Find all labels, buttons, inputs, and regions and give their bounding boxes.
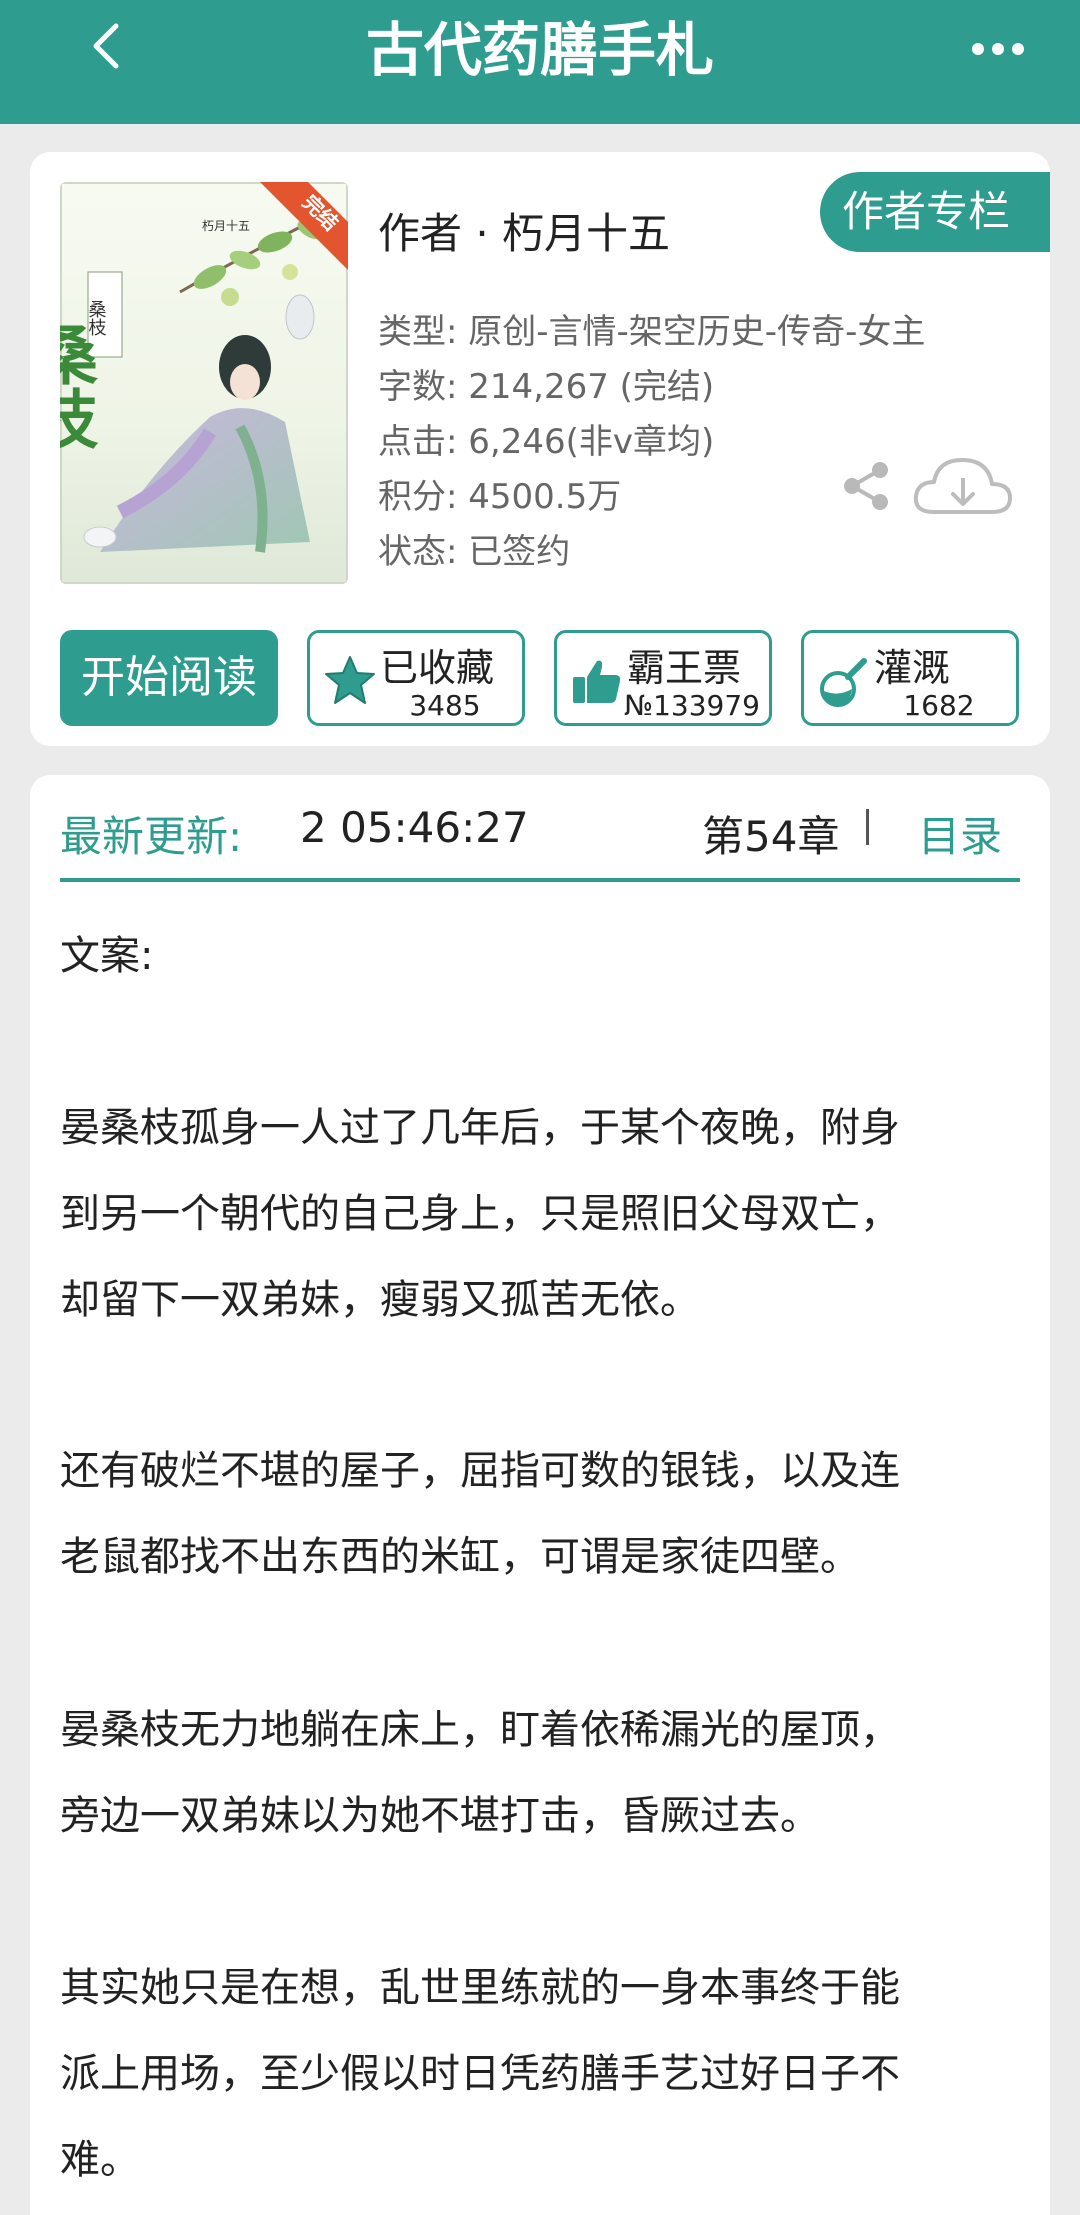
overlord-ticket-label: 霸王票: [627, 646, 742, 690]
synopsis-line: 难。: [60, 2137, 140, 2183]
synopsis-heading: 文案:: [60, 933, 154, 979]
top-bar: 古代药膳手札: [0, 0, 1080, 124]
book-word-count: 字数: 214,267 (完结): [378, 367, 715, 407]
synopsis-line: 晏桑枝孤身一人过了几年后，于某个夜晚，附身: [60, 1105, 900, 1151]
table-of-contents-link[interactable]: 目录: [918, 803, 1002, 864]
overlord-ticket-button[interactable]: 霸王票 №133979: [554, 630, 772, 726]
book-status: 状态: 已签约: [378, 532, 571, 572]
latest-update-label: 最新更新:: [60, 812, 243, 861]
divider: [866, 809, 869, 845]
overlord-ticket-count: №133979: [623, 689, 760, 722]
book-cover-image[interactable]: 朽月十五 桑枝 桑枝 完结: [60, 182, 348, 584]
author-column-button[interactable]: 作者专栏: [820, 172, 1050, 252]
book-genre: 类型: 原创-言情-架空历史-传奇-女主: [378, 312, 926, 352]
latest-update-time: 2 05:46:27: [300, 803, 529, 852]
collected-count: 3485: [409, 689, 481, 722]
cover-author-mark: 朽月十五: [202, 219, 250, 233]
synopsis-line: 却留下一双弟妹，瘦弱又孤苦无依。: [60, 1277, 700, 1323]
more-options-icon[interactable]: [970, 36, 1026, 62]
section-underline: [60, 878, 1020, 882]
synopsis-card: 最新更新: 2 05:46:27 第54章 目录 文案: 晏桑枝孤身一人过了几年…: [30, 775, 1050, 2215]
book-score: 积分: 4500.5万: [378, 477, 622, 517]
synopsis-line: 其实她只是在想，乱世里练就的一身本事终于能: [60, 1965, 900, 2011]
irrigate-count: 1682: [903, 689, 975, 722]
synopsis-line: 派上用场，至少假以时日凭药膳手艺过好日子不: [60, 2051, 900, 2097]
synopsis-paragraph: 晏桑枝无力地躺在床上，盯着依稀漏光的屋顶， 旁边一双弟妹以为她不堪打击，昏厥过去…: [60, 1687, 1050, 1859]
author-name[interactable]: 作者 · 朽月十五: [378, 200, 670, 261]
share-icon[interactable]: [838, 458, 894, 514]
collected-button[interactable]: 已收藏 3485: [307, 630, 525, 726]
irrigate-button[interactable]: 灌溉 1682: [801, 630, 1019, 726]
book-info-card: 朽月十五 桑枝 桑枝 完结 作者 · 朽月十五 作者专栏 类型: 原创-言情-架…: [30, 152, 1050, 746]
synopsis-line: 晏桑枝无力地躺在床上，盯着依稀漏光的屋顶，: [60, 1707, 900, 1753]
synopsis-paragraph: 还有破烂不堪的屋子，屈指可数的银钱，以及连 老鼠都找不出东西的米缸，可谓是家徒四…: [60, 1428, 1050, 1600]
download-cloud-icon[interactable]: [910, 452, 1014, 522]
cover-title-big: 桑枝: [60, 322, 98, 450]
synopsis-paragraph: 其实她只是在想，乱世里练就的一身本事终于能 派上用场，至少假以时日凭药膳手艺过好…: [60, 1945, 1050, 2203]
page-title: 古代药膳手札: [365, 16, 714, 84]
collected-label: 已收藏: [380, 646, 495, 690]
synopsis-line: 老鼠都找不出东西的米缸，可谓是家徒四壁。: [60, 1534, 860, 1580]
irrigate-label: 灌溉: [874, 646, 951, 690]
synopsis-line: 旁边一双弟妹以为她不堪打击，昏厥过去。: [60, 1793, 820, 1839]
latest-chapter-link[interactable]: 第54章: [702, 803, 839, 864]
synopsis-line: 还有破烂不堪的屋子，屈指可数的银钱，以及连: [60, 1448, 900, 1494]
start-reading-button[interactable]: 开始阅读: [60, 630, 278, 726]
synopsis-line: 到另一个朝代的自己身上，只是照旧父母双亡，: [60, 1191, 900, 1237]
synopsis-paragraph: 晏桑枝孤身一人过了几年后，于某个夜晚，附身 到另一个朝代的自己身上，只是照旧父母…: [60, 1085, 1050, 1343]
book-clicks: 点击: 6,246(非v章均): [378, 422, 715, 462]
